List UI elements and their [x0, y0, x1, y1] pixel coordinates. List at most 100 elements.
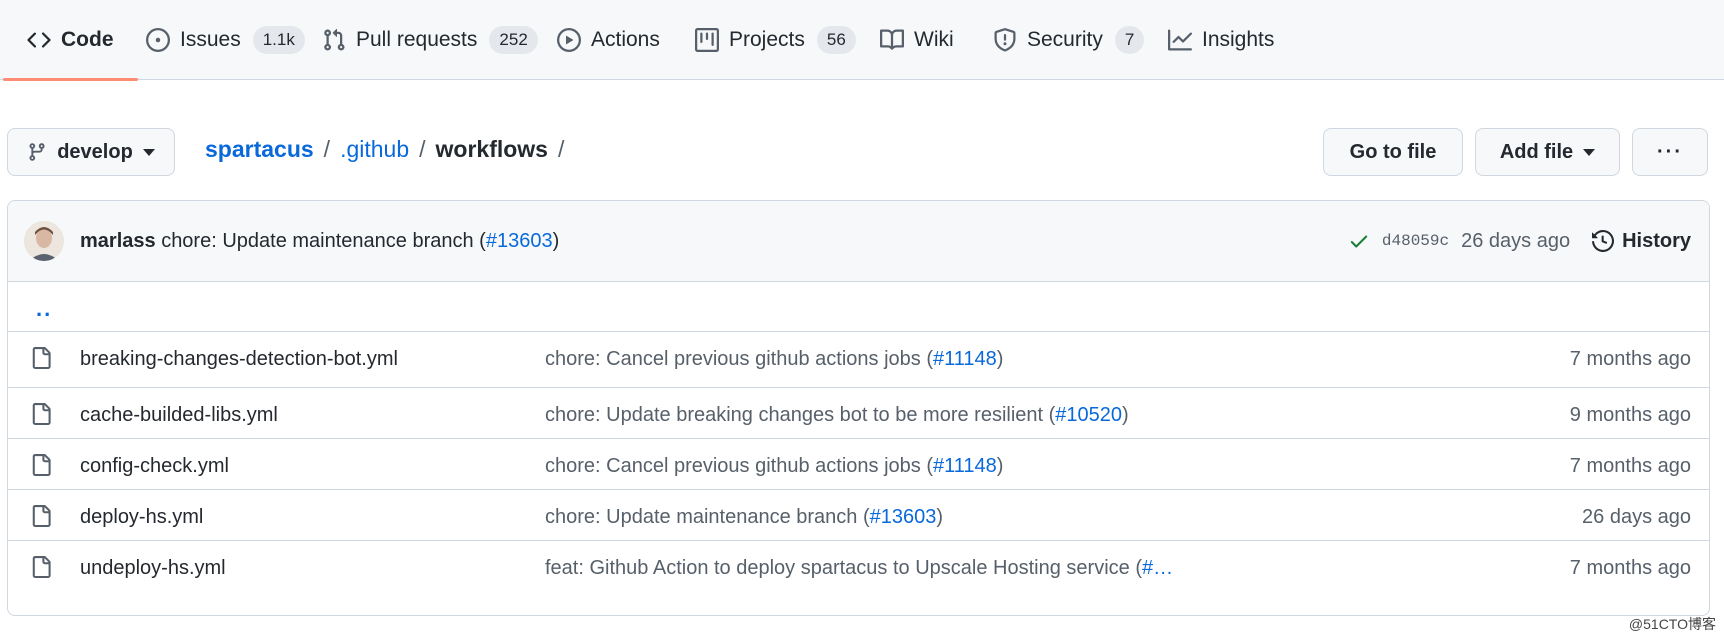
file-commit-age: 7 months ago — [1569, 455, 1691, 477]
tab-label: Code — [61, 28, 114, 51]
breadcrumb-repo-link[interactable]: spartacus — [205, 136, 314, 163]
file-commit-message: chore: Cancel previous github actions jo… — [545, 348, 1003, 371]
issue-opened-icon — [146, 28, 170, 52]
file-commit-message: chore: Update maintenance branch (#13603… — [545, 506, 943, 529]
chevron-down-icon — [142, 148, 155, 156]
tab-wiki[interactable]: Wiki — [880, 0, 954, 80]
tab-issues[interactable]: Issues 1.1k — [146, 0, 305, 80]
tab-pull-requests[interactable]: Pull requests 252 — [322, 0, 538, 80]
file-commit-age: 26 days ago — [1582, 506, 1691, 528]
security-counter: 7 — [1114, 26, 1145, 54]
file-commit-message-end: ) — [936, 506, 944, 528]
parent-directory-row[interactable]: .. — [8, 282, 1709, 332]
shield-icon — [993, 28, 1017, 52]
latest-commit-bar: marlass chore: Update maintenance branch… — [8, 201, 1709, 282]
history-icon — [1592, 230, 1615, 252]
file-commit-message-link[interactable]: feat: Github Action to deploy spartacus … — [545, 557, 1142, 579]
pull-requests-counter: 252 — [489, 26, 538, 54]
more-options-button[interactable]: ··· — [1632, 128, 1708, 176]
file-icon — [30, 505, 52, 531]
play-icon — [557, 28, 581, 52]
tab-label: Actions — [591, 28, 660, 51]
issues-counter: 1.1k — [252, 26, 305, 54]
book-icon — [880, 28, 904, 52]
file-name-link[interactable]: config-check.yml — [80, 455, 229, 478]
commit-meta: d48059c 26 days ago History — [1348, 221, 1691, 261]
file-commit-pr-link[interactable]: #10520 — [1055, 404, 1122, 426]
commit-author-link[interactable]: marlass — [80, 230, 156, 252]
breadcrumb-separator: / — [323, 136, 331, 162]
watermark: @51CTO博客 — [1628, 616, 1716, 632]
go-to-file-button[interactable]: Go to file — [1323, 128, 1463, 176]
file-commit-message: chore: Update breaking changes bot to be… — [545, 404, 1129, 427]
git-branch-icon — [27, 142, 47, 162]
file-icon — [30, 403, 52, 429]
history-label: History — [1622, 229, 1691, 252]
commit-message[interactable]: chore: Update maintenance branch ( — [161, 230, 486, 252]
commit-message-suffix: ) — [552, 230, 560, 252]
tab-label: Wiki — [914, 28, 954, 51]
file-icon — [30, 556, 52, 582]
history-link[interactable]: History — [1592, 230, 1691, 253]
file-commit-pr-link[interactable]: #… — [1142, 557, 1173, 579]
add-file-label: Add file — [1499, 140, 1574, 163]
branch-name: develop — [57, 140, 133, 163]
file-name-link[interactable]: undeploy-hs.yml — [80, 557, 226, 580]
file-name-link[interactable]: cache-builded-libs.yml — [80, 404, 278, 427]
file-commit-pr-link[interactable]: #11148 — [933, 455, 997, 477]
tab-code[interactable]: Code — [3, 0, 137, 81]
tab-label: Pull requests — [356, 28, 478, 51]
commit-pr-link[interactable]: #13603 — [486, 230, 553, 252]
commit-sha-link[interactable]: d48059c — [1382, 232, 1449, 250]
tab-projects[interactable]: Projects 56 — [695, 0, 856, 80]
file-commit-age: 7 months ago — [1569, 348, 1691, 370]
commit-age: 26 days ago — [1461, 229, 1571, 252]
file-commit-message-link[interactable]: chore: Update breaking changes bot to be… — [545, 404, 1055, 426]
file-commit-message-end: ) — [996, 348, 1004, 370]
tab-label: Issues — [180, 28, 241, 51]
table-row[interactable]: breaking-changes-detection-bot.yml chore… — [8, 332, 1709, 388]
avatar[interactable] — [24, 221, 64, 261]
table-row[interactable]: config-check.yml chore: Cancel previous … — [8, 439, 1709, 490]
file-commit-message: feat: Github Action to deploy spartacus … — [545, 557, 1173, 580]
breadcrumb-separator: / — [557, 136, 565, 162]
check-icon[interactable] — [1348, 230, 1370, 252]
chevron-down-icon — [1583, 148, 1596, 156]
latest-commit-text: marlass chore: Update maintenance branch… — [80, 230, 559, 253]
breadcrumb: spartacus / .github / workflows / — [205, 136, 564, 163]
file-commit-message-end: ) — [1122, 404, 1129, 426]
file-name-link[interactable]: breaking-changes-detection-bot.yml — [80, 348, 398, 371]
tab-actions[interactable]: Actions — [557, 0, 660, 80]
tab-insights[interactable]: Insights — [1168, 0, 1274, 80]
tab-label: Security — [1027, 28, 1103, 51]
file-commit-age: 7 months ago — [1569, 557, 1691, 579]
file-list-box: marlass chore: Update maintenance branch… — [7, 200, 1710, 616]
breadcrumb-folder-link[interactable]: .github — [340, 136, 409, 163]
file-commit-message-link[interactable]: chore: Cancel previous github actions jo… — [545, 348, 933, 370]
git-pull-request-icon — [322, 28, 346, 52]
table-row[interactable]: cache-builded-libs.yml chore: Update bre… — [8, 388, 1709, 439]
tab-security[interactable]: Security 7 — [993, 0, 1145, 80]
file-name-link[interactable]: deploy-hs.yml — [80, 506, 203, 529]
file-commit-message-end: ) — [996, 455, 1004, 477]
file-commit-message-link[interactable]: chore: Update maintenance branch ( — [545, 506, 870, 528]
tab-label: Insights — [1202, 28, 1275, 51]
table-row[interactable]: deploy-hs.yml chore: Update maintenance … — [8, 490, 1709, 541]
graph-icon — [1168, 28, 1192, 52]
parent-directory-link[interactable]: .. — [36, 296, 52, 322]
file-icon — [30, 454, 52, 480]
breadcrumb-separator: / — [419, 136, 426, 162]
branch-select-button[interactable]: develop — [7, 128, 175, 176]
file-commit-message: chore: Cancel previous github actions jo… — [545, 455, 1003, 478]
breadcrumb-current: workflows — [435, 136, 548, 162]
file-icon — [30, 347, 52, 373]
file-commit-pr-link[interactable]: #13603 — [870, 506, 937, 528]
table-row[interactable]: undeploy-hs.yml feat: Github Action to d… — [8, 541, 1709, 592]
file-commit-pr-link[interactable]: #11148 — [933, 348, 997, 370]
tab-label: Projects — [729, 28, 805, 51]
add-file-button[interactable]: Add file — [1475, 128, 1620, 176]
table-icon — [695, 28, 719, 52]
file-commit-message-link[interactable]: chore: Cancel previous github actions jo… — [545, 455, 933, 477]
repo-nav: Code Issues 1.1k Pull requests 252 Actio… — [0, 0, 1724, 81]
code-icon — [27, 28, 51, 52]
